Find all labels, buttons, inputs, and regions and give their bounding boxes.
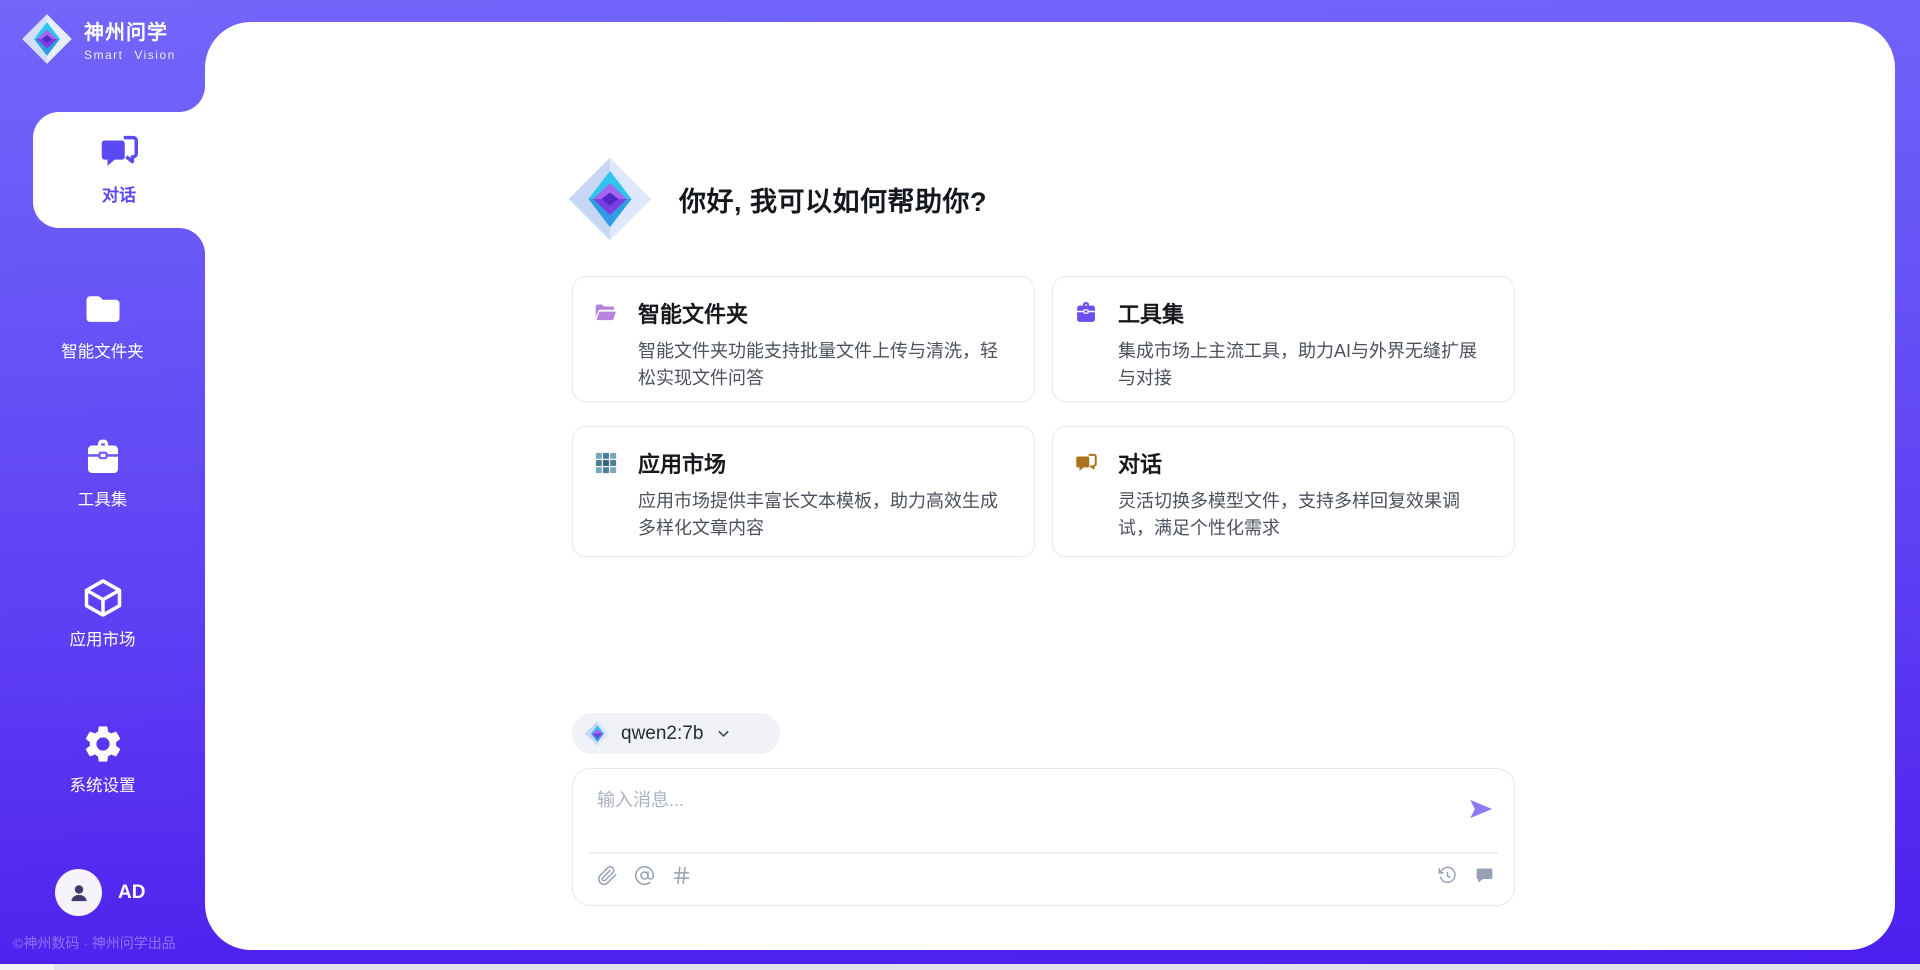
attachment-button[interactable] <box>597 865 618 886</box>
sidebar-item-label: 应用市场 <box>0 626 205 650</box>
chat-bubbles-icon <box>96 129 142 175</box>
card-description: 灵活切换多模型文件，支持多样回复效果调试，满足个性化需求 <box>1118 488 1490 542</box>
sidebar-item-label: 智能文件夹 <box>0 338 205 362</box>
messages-button[interactable] <box>1474 865 1495 886</box>
model-selector[interactable]: qwen2:7b <box>572 713 780 754</box>
briefcase-icon <box>1073 300 1099 326</box>
sidebar-item-app-market[interactable]: 应用市场 <box>0 576 205 650</box>
card-description: 智能文件夹功能支持批量文件上传与清洗，轻松实现文件问答 <box>638 338 1010 392</box>
mention-button[interactable] <box>634 865 655 886</box>
card-title: 工具集 <box>1118 297 1184 329</box>
folder-icon <box>81 288 125 332</box>
sidebar-item-chat[interactable]: 对话 <box>33 112 205 228</box>
paperclip-icon <box>597 865 618 886</box>
card-description: 应用市场提供丰富长文本模板，助力高效生成多样化文章内容 <box>638 488 1010 542</box>
greeting-block: 你好, 我可以如何帮助你? <box>565 154 987 244</box>
sidebar-item-settings[interactable]: 系统设置 <box>0 722 205 796</box>
sidebar-item-label: 系统设置 <box>0 772 205 796</box>
grid-icon <box>593 450 619 476</box>
card-description: 集成市场上主流工具，助力AI与外界无缝扩展与对接 <box>1118 338 1490 392</box>
copyright-text: ©神州数码 · 神州问学出品 <box>13 933 176 953</box>
sidebar-item-label: 对话 <box>33 181 205 206</box>
send-button[interactable] <box>1467 795 1495 823</box>
avatar <box>55 869 102 916</box>
card-title: 智能文件夹 <box>638 297 748 329</box>
folder-open-icon <box>593 300 619 326</box>
message-filled-icon <box>1474 865 1495 886</box>
cube-icon <box>81 576 125 620</box>
message-input[interactable] <box>597 786 1437 844</box>
brand-subtitle: Smart Vision <box>84 48 176 62</box>
composer-divider <box>589 852 1498 854</box>
card-title: 应用市场 <box>638 447 726 479</box>
chat-bubbles-icon <box>1073 450 1099 476</box>
sidebar-item-smart-folder[interactable]: 智能文件夹 <box>0 288 205 362</box>
history-icon <box>1437 865 1458 886</box>
app-root: 神州问学 Smart Vision 对话 智能文件夹 工具集 <box>0 0 1920 970</box>
hashtag-button[interactable] <box>671 865 692 886</box>
feature-cards: 智能文件夹 智能文件夹功能支持批量文件上传与清洗，轻松实现文件问答 工具集 集 <box>572 276 1515 557</box>
gem-logo-icon <box>565 154 655 244</box>
briefcase-icon <box>81 436 125 480</box>
horizontal-scrollbar[interactable] <box>0 964 1920 970</box>
gem-logo-icon <box>584 720 611 747</box>
gear-icon <box>81 722 125 766</box>
greeting-text: 你好, 我可以如何帮助你? <box>679 180 987 219</box>
tab-curve-bottom <box>179 228 205 254</box>
card-chat[interactable]: 对话 灵活切换多模型文件，支持多样回复效果调试，满足个性化需求 <box>1052 426 1515 557</box>
card-smart-folder[interactable]: 智能文件夹 智能文件夹功能支持批量文件上传与清洗，轻松实现文件问答 <box>572 276 1035 402</box>
scrollbar-thumb[interactable] <box>0 964 54 970</box>
tab-curve-top <box>179 86 205 112</box>
model-name: qwen2:7b <box>621 723 703 745</box>
brand-name: 神州问学 <box>84 16 176 45</box>
user-icon <box>65 879 93 907</box>
user-profile[interactable]: AD <box>55 869 145 916</box>
hash-icon <box>671 865 692 886</box>
card-title: 对话 <box>1118 447 1162 479</box>
at-sign-icon <box>634 865 655 886</box>
brand-logo: 神州问学 Smart Vision <box>20 12 176 66</box>
user-initials: AD <box>118 882 145 904</box>
sidebar-item-label: 工具集 <box>0 486 205 510</box>
send-icon <box>1467 795 1495 823</box>
gem-logo-icon <box>20 12 74 66</box>
sidebar-item-toolset[interactable]: 工具集 <box>0 436 205 510</box>
message-composer <box>572 768 1515 906</box>
main-content: 你好, 我可以如何帮助你? 智能文件夹 智能文件夹功能支持批量文件上传与清洗，轻… <box>205 22 1895 950</box>
history-button[interactable] <box>1437 865 1458 886</box>
chevron-down-icon <box>715 725 732 742</box>
card-toolset[interactable]: 工具集 集成市场上主流工具，助力AI与外界无缝扩展与对接 <box>1052 276 1515 402</box>
card-app-market[interactable]: 应用市场 应用市场提供丰富长文本模板，助力高效生成多样化文章内容 <box>572 426 1035 557</box>
